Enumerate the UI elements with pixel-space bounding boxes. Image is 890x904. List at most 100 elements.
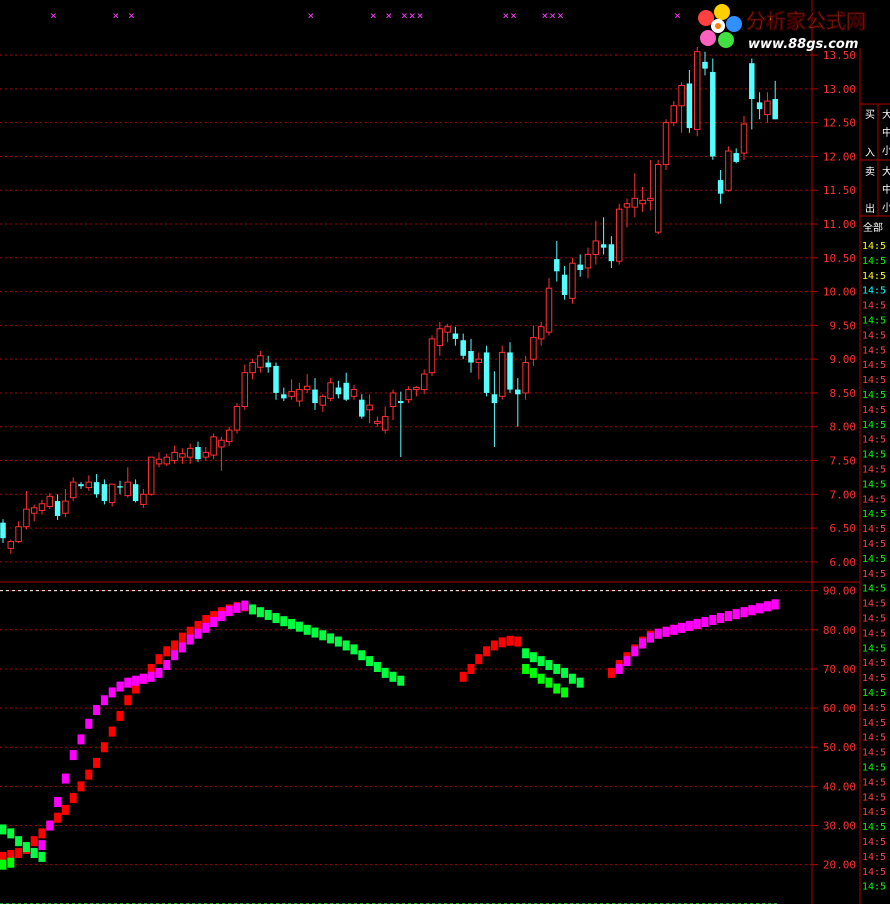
trade-time: 14:5 bbox=[862, 271, 886, 282]
candle-body bbox=[147, 456, 155, 495]
osc-magenta-bar bbox=[685, 620, 693, 631]
trade-time: 14:5 bbox=[862, 375, 886, 386]
osc-green-bar bbox=[529, 652, 537, 663]
price-tick-label: 11.00 bbox=[823, 218, 856, 231]
osc-magenta-bar bbox=[46, 820, 54, 831]
trade-time: 14:5 bbox=[862, 316, 886, 327]
candle-body bbox=[592, 240, 600, 255]
osc-red-bar bbox=[171, 640, 179, 651]
osc-magenta-bar bbox=[54, 797, 62, 808]
all-trades-tab[interactable]: 全部 bbox=[863, 221, 883, 234]
candle-body bbox=[179, 453, 186, 458]
osc-magenta-bar bbox=[748, 605, 756, 616]
signal-marker: × bbox=[510, 9, 517, 22]
candle-body bbox=[654, 164, 662, 233]
candle-body bbox=[288, 391, 295, 397]
osc-magenta-bar bbox=[241, 600, 249, 611]
candle-body bbox=[498, 351, 506, 397]
osc-green2-bar bbox=[529, 667, 537, 678]
osc-green-bar bbox=[350, 644, 358, 655]
osc-magenta-bar bbox=[139, 673, 147, 684]
osc-green-bar bbox=[397, 675, 405, 686]
osc-green-bar bbox=[7, 828, 15, 839]
osc-green-bar bbox=[545, 660, 553, 671]
osc-magenta-bar bbox=[69, 750, 77, 761]
candle bbox=[725, 146, 732, 192]
price-tick-label: 6.50 bbox=[830, 522, 857, 535]
candle-body bbox=[515, 389, 521, 395]
osc-tick-label: 30.00 bbox=[823, 820, 856, 833]
candle-body bbox=[225, 429, 233, 443]
stock-chart[interactable]: × × × × × × × × × × × × × × × 13.5013.0012.5012.0011.5… bbox=[0, 0, 890, 904]
osc-green-bar bbox=[22, 842, 30, 853]
osc-green2-bar bbox=[7, 857, 15, 868]
candle-body bbox=[468, 351, 474, 363]
osc-red-bar bbox=[607, 667, 615, 678]
price-tick-label: 10.50 bbox=[823, 252, 856, 265]
trade-time: 14:5 bbox=[862, 494, 886, 505]
trade-time: 14:5 bbox=[862, 509, 886, 520]
signal-marker: × bbox=[370, 9, 377, 22]
osc-magenta-bar bbox=[740, 607, 748, 618]
osc-red-bar bbox=[108, 726, 116, 737]
trade-time: 14:5 bbox=[862, 256, 886, 267]
osc-magenta-bar bbox=[631, 646, 639, 657]
candle-body bbox=[772, 99, 778, 120]
trade-time: 14:5 bbox=[862, 673, 886, 684]
osc-magenta-bar bbox=[771, 599, 779, 610]
candle-body bbox=[30, 507, 38, 514]
signal-marker: × bbox=[541, 9, 548, 22]
trade-time: 14:5 bbox=[862, 360, 886, 371]
osc-green-bar bbox=[537, 656, 545, 667]
candle-body bbox=[725, 150, 732, 191]
trade-time: 14:5 bbox=[862, 807, 886, 818]
osc-magenta-bar bbox=[210, 616, 218, 627]
candle-body bbox=[303, 385, 311, 391]
candle-body bbox=[420, 373, 428, 391]
osc-green-bar bbox=[568, 673, 576, 684]
trade-time: 14:5 bbox=[862, 614, 886, 625]
price-tick-label: 12.00 bbox=[823, 150, 856, 163]
brand-url: www.88gs.com bbox=[748, 37, 858, 52]
candle-body bbox=[38, 503, 46, 512]
osc-red-bar bbox=[100, 742, 108, 753]
candle-body bbox=[740, 123, 748, 154]
trade-time: 14:5 bbox=[862, 390, 886, 401]
sell-label-1: 卖 bbox=[865, 166, 875, 178]
osc-magenta-bar bbox=[132, 675, 140, 686]
candle-body bbox=[296, 389, 303, 402]
candle bbox=[498, 345, 506, 400]
price-tick-label: 13.00 bbox=[823, 83, 856, 96]
candle-body bbox=[78, 484, 84, 487]
candle bbox=[147, 456, 155, 496]
osc-magenta-bar bbox=[202, 622, 210, 633]
candle-body bbox=[670, 105, 678, 124]
osc-magenta-bar bbox=[646, 632, 654, 643]
osc-red-bar bbox=[30, 836, 38, 847]
osc-green2-bar bbox=[561, 687, 569, 698]
osc-green-bar bbox=[334, 636, 342, 647]
signal-marker: × bbox=[502, 9, 509, 22]
candle-body bbox=[584, 253, 592, 269]
price-tick-label: 6.00 bbox=[830, 556, 857, 569]
osc-magenta-bar bbox=[701, 616, 709, 627]
trade-time: 14:5 bbox=[862, 748, 886, 759]
osc-green-bar bbox=[295, 621, 303, 632]
candle-body bbox=[273, 365, 279, 393]
candle-body bbox=[281, 394, 287, 399]
candle-body bbox=[561, 274, 568, 295]
trade-time: 14:5 bbox=[862, 435, 886, 446]
osc-green2-bar bbox=[553, 683, 561, 694]
osc-red-bar bbox=[459, 671, 467, 682]
candle-body bbox=[577, 264, 583, 270]
candle-body bbox=[702, 61, 708, 69]
osc-magenta-bar bbox=[225, 606, 233, 617]
candle-body bbox=[460, 340, 466, 356]
osc-magenta-bar bbox=[147, 671, 155, 682]
candle-body bbox=[132, 484, 139, 502]
osc-tick-label: 50.00 bbox=[823, 741, 856, 754]
osc-magenta-bar bbox=[717, 613, 725, 624]
trade-time: 14:5 bbox=[862, 867, 886, 878]
buy-label-2: 入 bbox=[865, 148, 875, 159]
osc-green2-bar bbox=[545, 677, 553, 688]
